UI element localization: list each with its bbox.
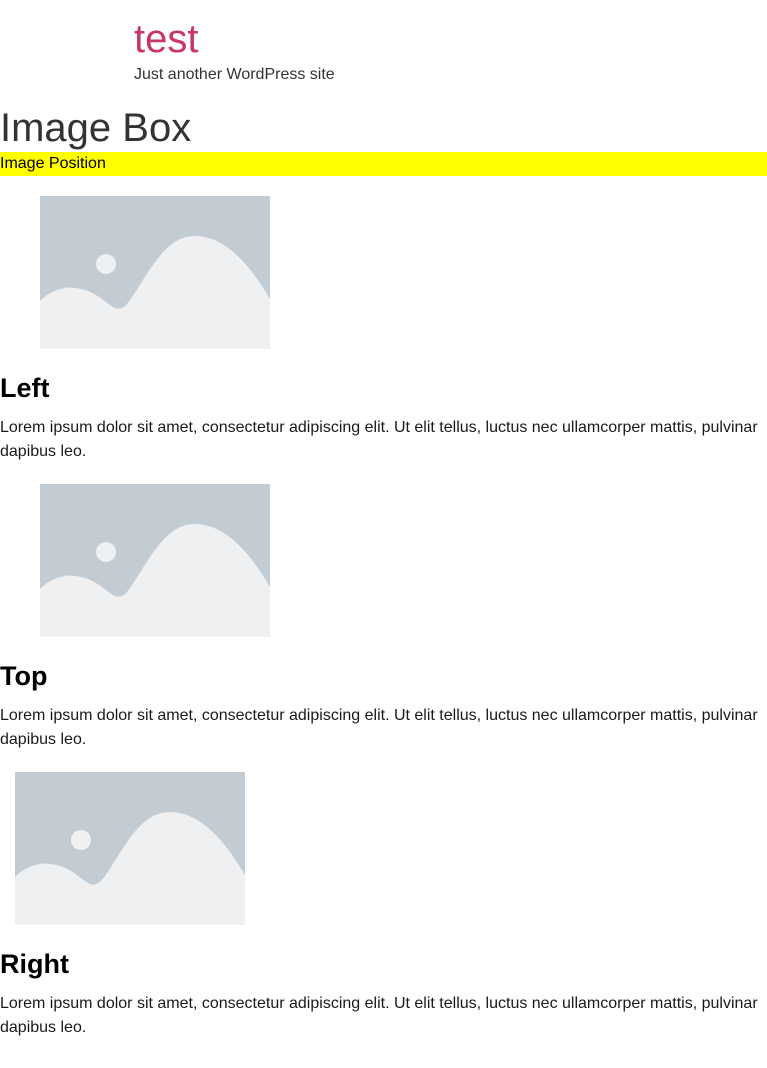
site-tagline: Just another WordPress site: [134, 66, 335, 83]
image-placeholder-icon: [40, 484, 270, 637]
image-box-title: Top: [0, 661, 48, 691]
main-content: Image Box Image Position Left Lorem ipsu…: [0, 108, 767, 1040]
image-box-title: Left: [0, 373, 50, 403]
image-box-top: Top Lorem ipsum dolor sit amet, consecte…: [0, 464, 767, 752]
image-box-right: Right Lorem ipsum dolor sit amet, consec…: [0, 752, 767, 1040]
image-box-description: Lorem ipsum dolor sit amet, consectetur …: [0, 707, 758, 748]
site-title-link[interactable]: test: [134, 15, 198, 63]
image-box-description: Lorem ipsum dolor sit amet, consectetur …: [0, 419, 758, 460]
image-box-left: Left Lorem ipsum dolor sit amet, consect…: [0, 176, 767, 464]
image-placeholder-icon: [15, 772, 245, 925]
image-placeholder-icon: [40, 196, 270, 349]
site-header: test Just another WordPress site: [0, 0, 767, 108]
section-banner: Image Position: [0, 152, 767, 176]
image-box-title: Right: [0, 949, 69, 979]
image-box-description: Lorem ipsum dolor sit amet, consectetur …: [0, 995, 758, 1036]
page-title: Image Box: [0, 106, 192, 150]
